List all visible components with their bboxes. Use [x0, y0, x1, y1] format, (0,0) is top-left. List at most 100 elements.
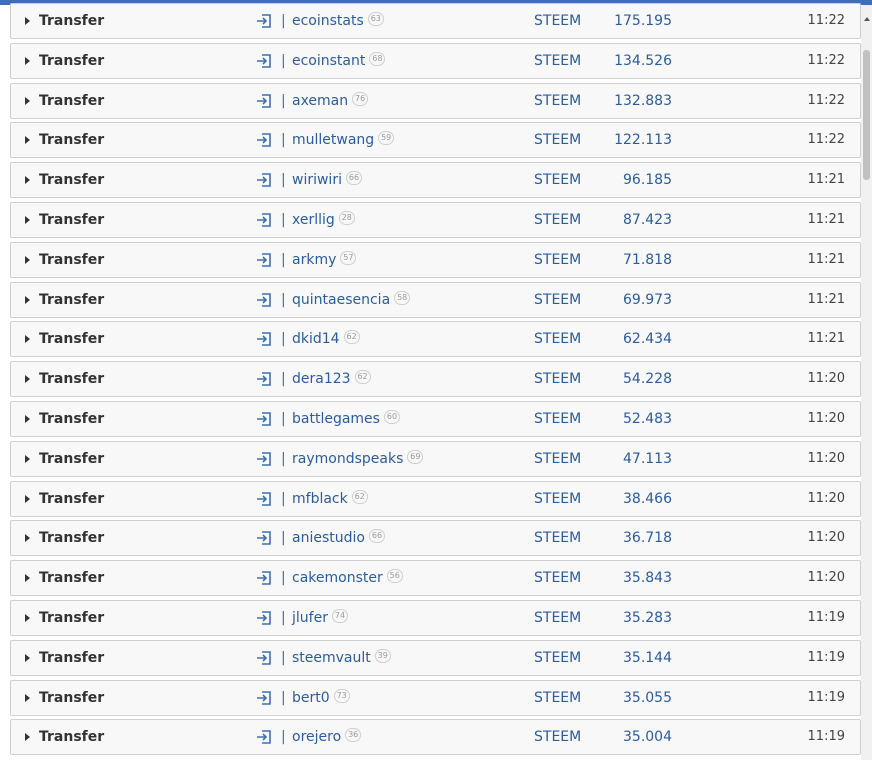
table-row[interactable]: Transfer | battlegames 60 STEEM 52.483 11…	[10, 400, 861, 437]
username-link[interactable]: axeman 76	[292, 84, 369, 118]
caret-right-icon[interactable]	[23, 44, 31, 78]
caret-right-icon[interactable]	[23, 521, 31, 555]
username-link[interactable]: orejero 36	[292, 720, 362, 754]
username[interactable]: quintaesencia	[292, 292, 390, 308]
caret-right-icon[interactable]	[23, 84, 31, 118]
table-row[interactable]: Transfer | bert0 73 STEEM 35.055 11:19	[10, 679, 861, 716]
table-row[interactable]: Transfer | dera123 62 STEEM 54.228 11:20	[10, 361, 861, 398]
caret-right-icon[interactable]	[23, 561, 31, 595]
operation-type: Transfer	[39, 52, 105, 69]
reputation-badge: 62	[354, 370, 371, 385]
caret-right-icon[interactable]	[23, 402, 31, 436]
operation-type: Transfer	[39, 291, 105, 308]
table-row[interactable]: Transfer | cakemonster 56 STEEM 35.843 11…	[10, 560, 861, 597]
username[interactable]: ecoinstant	[292, 53, 365, 69]
username[interactable]: cakemonster	[292, 570, 383, 586]
separator: |	[281, 251, 286, 268]
caret-right-icon[interactable]	[23, 641, 31, 675]
asset-symbol: STEEM	[534, 13, 582, 29]
caret-right-icon[interactable]	[23, 482, 31, 516]
reputation-badge: 56	[386, 569, 403, 584]
username[interactable]: orejero	[292, 729, 341, 745]
caret-right-icon[interactable]	[23, 442, 31, 476]
table-row[interactable]: Transfer | dkid14 62 STEEM 62.434 11:21	[10, 321, 861, 358]
table-row[interactable]: Transfer | steemvault 39 STEEM 35.144 11:…	[10, 639, 861, 676]
username[interactable]: arkmy	[292, 252, 336, 268]
username[interactable]: steemvault	[292, 650, 371, 666]
username[interactable]: xerllig	[292, 212, 335, 228]
username[interactable]: mulletwang	[292, 132, 374, 148]
username-link[interactable]: ecoinstant 68	[292, 44, 386, 78]
caret-right-icon[interactable]	[23, 322, 31, 356]
separator: |	[281, 13, 286, 29]
username[interactable]: jlufer	[292, 610, 328, 626]
caret-right-icon[interactable]	[23, 362, 31, 396]
table-row[interactable]: Transfer | xerllig 28 STEEM 87.423 11:21	[10, 201, 861, 238]
caret-right-icon[interactable]	[23, 601, 31, 635]
username-link[interactable]: battlegames 60	[292, 402, 400, 436]
username[interactable]: ecoinstats	[292, 13, 364, 29]
username-link[interactable]: raymondspeaks 69	[292, 442, 424, 476]
amount: 35.144	[623, 649, 672, 666]
table-row[interactable]: Transfer | ecoinstats 63 STEEM 175.195 11…	[10, 3, 861, 39]
username[interactable]: mfblack	[292, 491, 348, 507]
table-row[interactable]: Transfer | orejero 36 STEEM 35.004 11:19	[10, 719, 861, 756]
username-link[interactable]: cakemonster 56	[292, 561, 403, 595]
caret-right-icon[interactable]	[23, 283, 31, 317]
amount: 47.113	[623, 450, 672, 467]
amount: 35.004	[623, 729, 672, 746]
username[interactable]: bert0	[292, 690, 330, 706]
operation-type: Transfer	[39, 132, 105, 149]
table-row[interactable]: Transfer | mfblack 62 STEEM 38.466 11:20	[10, 480, 861, 517]
username[interactable]: raymondspeaks	[292, 451, 403, 467]
operation-type: Transfer	[39, 649, 105, 666]
username[interactable]: dera123	[292, 371, 351, 387]
table-row[interactable]: Transfer | raymondspeaks 69 STEEM 47.113 …	[10, 440, 861, 477]
asset-symbol: STEEM	[534, 689, 582, 706]
table-row[interactable]: Transfer | aniestudio 66 STEEM 36.718 11:…	[10, 520, 861, 557]
asset-symbol: STEEM	[534, 410, 582, 427]
caret-right-icon[interactable]	[23, 203, 31, 237]
username-link[interactable]: steemvault 39	[292, 641, 391, 675]
scroll-up-arrow-icon[interactable]	[864, 17, 870, 21]
table-row[interactable]: Transfer | arkmy 57 STEEM 71.818 11:21	[10, 241, 861, 278]
caret-right-icon[interactable]	[23, 243, 31, 277]
vertical-scrollbar[interactable]	[861, 5, 872, 760]
username[interactable]: axeman	[292, 93, 348, 109]
operation-type: Transfer	[39, 530, 105, 547]
username-link[interactable]: mulletwang 59	[292, 123, 395, 157]
username-link[interactable]: arkmy 57	[292, 243, 357, 277]
username-link[interactable]: wiriwiri 66	[292, 163, 362, 197]
caret-right-icon[interactable]	[23, 123, 31, 157]
username-link[interactable]: mfblack 62	[292, 482, 368, 516]
caret-right-icon[interactable]	[23, 681, 31, 715]
username[interactable]: dkid14	[292, 331, 340, 347]
table-row[interactable]: Transfer | ecoinstant 68 STEEM 134.526 11…	[10, 42, 861, 79]
table-row[interactable]: Transfer | mulletwang 59 STEEM 122.113 11…	[10, 122, 861, 159]
reputation-badge: 62	[343, 330, 360, 345]
table-row[interactable]: Transfer | axeman 76 STEEM 132.883 11:22	[10, 82, 861, 119]
username-link[interactable]: jlufer 74	[292, 601, 348, 635]
username[interactable]: battlegames	[292, 411, 380, 427]
scrollbar-thumb[interactable]	[863, 50, 870, 180]
timestamp: 11:20	[807, 570, 845, 586]
separator: |	[281, 211, 286, 228]
caret-right-icon[interactable]	[23, 720, 31, 754]
username-link[interactable]: dkid14 62	[292, 322, 360, 356]
username-link[interactable]: bert0 73	[292, 681, 350, 715]
asset-symbol: STEEM	[534, 649, 582, 666]
username-link[interactable]: ecoinstats 63	[292, 4, 384, 38]
separator: |	[281, 331, 286, 348]
username-link[interactable]: dera123 62	[292, 362, 371, 396]
table-row[interactable]: Transfer | quintaesencia 58 STEEM 69.973 …	[10, 281, 861, 318]
username-link[interactable]: quintaesencia 58	[292, 283, 411, 317]
username-link[interactable]: aniestudio 66	[292, 521, 385, 555]
sign-in-icon	[256, 641, 272, 675]
username[interactable]: aniestudio	[292, 530, 365, 546]
username[interactable]: wiriwiri	[292, 172, 342, 188]
table-row[interactable]: Transfer | wiriwiri 66 STEEM 96.185 11:21	[10, 162, 861, 199]
table-row[interactable]: Transfer | jlufer 74 STEEM 35.283 11:19	[10, 599, 861, 636]
username-link[interactable]: xerllig 28	[292, 203, 355, 237]
caret-right-icon[interactable]	[23, 163, 31, 197]
caret-right-icon[interactable]	[23, 4, 31, 38]
